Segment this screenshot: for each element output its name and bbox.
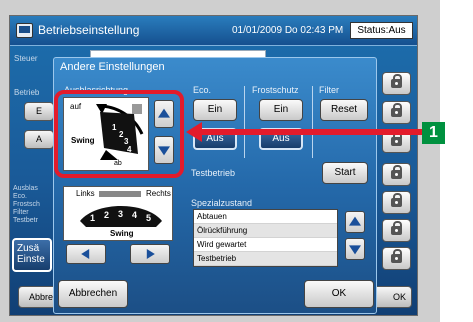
divider	[244, 86, 245, 158]
lock-icon	[391, 249, 402, 263]
louver-right-label: Rechts	[146, 189, 171, 198]
bg-zusatz-line: Zusä	[17, 243, 40, 254]
horizontal-louver-icon: 1 2 3 4 5	[80, 206, 162, 227]
louver-left-button[interactable]	[66, 244, 106, 264]
hlouver-pos-4: 4	[132, 210, 137, 220]
bg-ok-button[interactable]: OK	[372, 286, 412, 308]
bg-zusatz-line: Einste	[17, 254, 45, 265]
bg-side-line: Eco.	[13, 193, 28, 200]
arrow-up-icon	[349, 216, 361, 226]
window-icon	[16, 23, 33, 38]
hlouver-pos-5: 5	[146, 213, 151, 223]
hlouver-pos-2: 2	[104, 210, 109, 220]
testbetrieb-start-button[interactable]: Start	[322, 162, 368, 184]
louver-right-button[interactable]	[130, 244, 170, 264]
lock-icon	[391, 74, 402, 88]
hlouver-pos-3: 3	[118, 209, 123, 219]
hlouver-mode-label: Swing	[110, 229, 134, 238]
lock-button[interactable]	[382, 163, 411, 186]
bg-side-info: Ausblas Eco. Frostsch Filter Testbetr	[13, 185, 53, 225]
lock-icon	[391, 132, 402, 146]
frostschutz-on-button[interactable]: Ein	[259, 99, 303, 121]
bg-side-line: Testbetr	[13, 217, 38, 224]
hlouver-pos-1: 1	[90, 213, 95, 223]
spezialzustand-label: Spezialzustand	[191, 198, 253, 208]
bg-side-line: Ausblas	[13, 185, 38, 192]
divider	[312, 86, 313, 158]
bg-button-e[interactable]: E	[24, 102, 54, 121]
unit-bar	[99, 191, 141, 197]
bg-betrieb-label: Betrieb	[14, 88, 40, 97]
lock-icon	[391, 103, 402, 117]
list-item[interactable]: Wird gewartet	[194, 238, 337, 252]
lock-button[interactable]	[382, 219, 411, 242]
bg-side-line: Frostsch	[13, 201, 40, 208]
list-up-button[interactable]	[345, 211, 365, 233]
lock-button[interactable]	[382, 101, 411, 124]
status-button[interactable]: Status:Aus	[350, 22, 413, 39]
bg-zusatz-button[interactable]: Zusä Einste	[12, 238, 52, 272]
datetime: 01/01/2009 Do 02:43 PM	[232, 25, 344, 36]
louver-left-label: Links	[76, 189, 95, 198]
lock-button[interactable]	[382, 191, 411, 214]
annotation-arrow-line	[200, 129, 422, 135]
bg-side-line: Filter	[13, 209, 29, 216]
annotation-badge: 1	[422, 122, 445, 144]
ok-button[interactable]: OK	[304, 280, 374, 308]
bg-steuer-label: Steuer	[14, 54, 38, 63]
title-bar: Betriebseinstellung 01/01/2009 Do 02:43 …	[10, 16, 417, 46]
cancel-button[interactable]: Abbrechen	[58, 280, 128, 308]
bg-button-a[interactable]: A	[24, 130, 54, 149]
list-item[interactable]: Abtauen	[194, 210, 337, 224]
window-title: Betriebseinstellung	[38, 23, 140, 37]
lock-button[interactable]	[382, 72, 411, 95]
lock-icon	[391, 221, 402, 235]
horizontal-louver-panel: Links Rechts 1 2 3 4 5 Swing	[63, 186, 173, 241]
spezialzustand-list[interactable]: Abtauen Ölrückführung Wird gewartet Test…	[193, 209, 338, 267]
arrow-left-icon	[81, 249, 90, 259]
annotation-highlight-box	[54, 90, 184, 178]
lock-icon	[391, 193, 402, 207]
list-item[interactable]: Ölrückführung	[194, 224, 337, 238]
testbetrieb-label: Testbetrieb	[191, 168, 236, 178]
eco-on-button[interactable]: Ein	[193, 99, 237, 121]
list-down-button[interactable]	[345, 238, 365, 260]
lock-icon	[391, 165, 402, 179]
eco-label: Eco.	[193, 85, 212, 95]
lock-button[interactable]	[382, 247, 411, 270]
arrow-right-icon	[146, 249, 155, 259]
dialog-title: Andere Einstellungen	[60, 61, 165, 73]
frostschutz-label: Frostschutz	[252, 85, 299, 95]
filter-label: Filter	[319, 85, 339, 95]
list-item[interactable]: Testbetrieb	[194, 252, 337, 266]
annotation-arrow-icon	[186, 122, 202, 142]
filter-reset-button[interactable]: Reset	[320, 99, 368, 121]
arrow-down-icon	[349, 245, 361, 255]
